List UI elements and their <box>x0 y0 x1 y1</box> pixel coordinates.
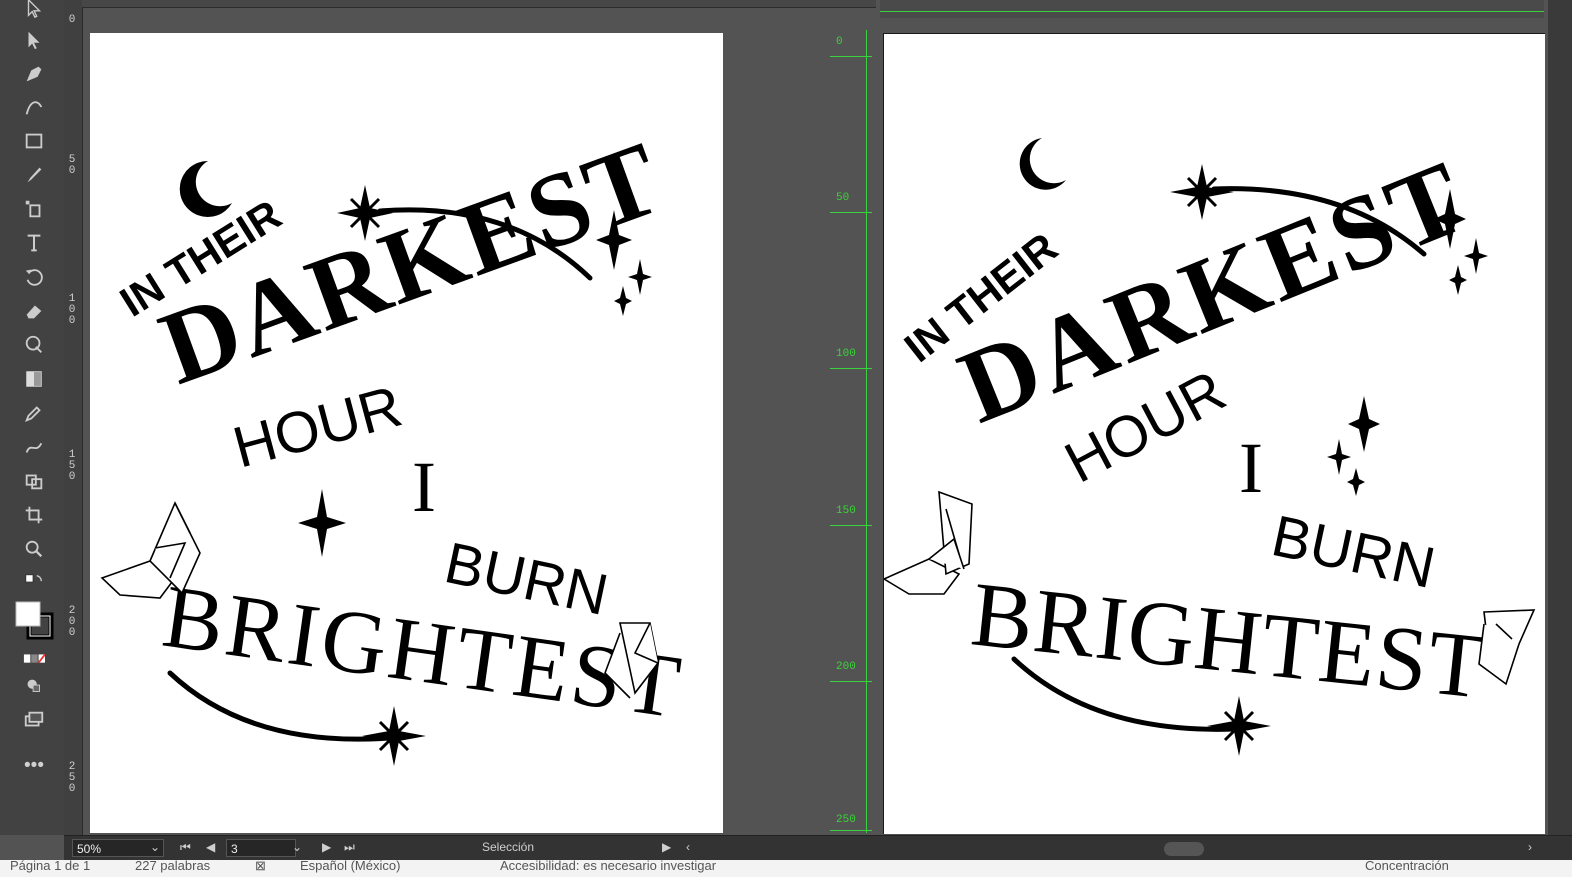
vertical-scrollbar[interactable] <box>1548 0 1572 835</box>
artboard-number-field[interactable]: 3 <box>226 839 296 857</box>
current-tool-label: Selección <box>482 840 535 854</box>
sparkle-icon <box>628 259 652 295</box>
fill-stroke-swatch-icon[interactable] <box>14 600 54 640</box>
direct-selection-tool-icon[interactable] <box>20 26 48 54</box>
last-artboard-icon[interactable]: ⏭ <box>344 840 355 855</box>
zoom-tool-icon[interactable] <box>20 535 48 563</box>
horizontal-ruler-left <box>82 0 876 8</box>
sparkle-icon <box>1348 396 1380 452</box>
ruler-label: 100 <box>836 348 856 360</box>
moon-icon <box>1019 138 1066 190</box>
play-icon[interactable]: ▶ <box>662 840 671 854</box>
design-artwork-left: IN THEIR DARKEST HOUR I BURN BRIGHTEST <box>100 119 686 766</box>
gradient-tool-icon[interactable] <box>20 365 48 393</box>
ruler-label: 5 0 <box>68 154 76 177</box>
ruler-label: 0 <box>836 36 843 48</box>
eyedropper-tool-icon[interactable] <box>20 399 48 427</box>
proofing-icon[interactable]: ⊠ <box>255 860 266 872</box>
shaper-tool-icon[interactable] <box>20 195 48 223</box>
paintbrush-tool-icon[interactable] <box>20 161 48 189</box>
tools-panel: ••• <box>0 0 65 835</box>
star-icon <box>362 706 426 766</box>
live-paint-tool-icon[interactable] <box>20 467 48 495</box>
color-mode-icon[interactable] <box>20 645 48 673</box>
artboard-left[interactable]: IN THEIR DARKEST HOUR I BURN BRIGHTEST <box>90 33 723 833</box>
sparkle-icon <box>614 286 632 316</box>
ruler-label: 2 5 0 <box>68 761 76 795</box>
chevron-down-icon[interactable]: ⌄ <box>292 840 302 854</box>
chevron-down-icon[interactable]: ⌄ <box>150 840 160 854</box>
design-artwork-right: IN THEIR DARKEST HOUR I BURN BRIGHTEST <box>884 138 1536 756</box>
selection-tool-icon[interactable] <box>20 0 48 22</box>
scroll-right-icon[interactable]: › <box>1528 840 1532 854</box>
horizontal-scroll-thumb[interactable] <box>1164 842 1204 856</box>
rotate-tool-icon[interactable] <box>20 263 48 291</box>
star-icon <box>298 489 346 557</box>
drawing-mode-icon[interactable] <box>20 672 48 700</box>
horizontal-ruler-right <box>880 0 1544 18</box>
curvature-tool-icon[interactable] <box>20 93 48 121</box>
language-label[interactable]: Español (México) <box>300 860 400 872</box>
vertical-ruler-right: 0 50 100 150 200 250 <box>830 30 872 833</box>
more-tools-icon[interactable]: ••• <box>20 752 48 780</box>
line-hour: HOUR <box>227 374 409 481</box>
previous-artboard-icon[interactable]: ◀ <box>206 840 215 854</box>
puppet-warp-tool-icon[interactable] <box>20 331 48 359</box>
ruler-label: 150 <box>836 505 856 517</box>
vertical-ruler-left: 0 5 0 1 0 0 1 5 0 2 0 0 2 5 0 <box>64 0 83 835</box>
line-burn: BURN <box>1266 503 1440 601</box>
swap-fill-stroke-icon[interactable] <box>20 569 48 597</box>
page-info[interactable]: Página 1 de 1 <box>10 860 90 872</box>
star-icon <box>1207 696 1271 756</box>
ruler-label: 200 <box>836 661 856 673</box>
status-bar: 50% ⌄ ⏮ ◀ 3 ⌄ ▶ ⏭ Selección ▶ ‹ › <box>64 835 1572 861</box>
ruler-label: 1 0 0 <box>68 293 76 327</box>
next-artboard-icon[interactable]: ▶ <box>322 840 331 854</box>
ruler-label: 1 5 0 <box>68 449 76 483</box>
sparkle-icon <box>1327 439 1351 475</box>
word-count[interactable]: 227 palabras <box>135 860 210 872</box>
sparkle-icon <box>1449 265 1467 295</box>
star-icon <box>1170 164 1234 220</box>
artboard-tool-icon[interactable] <box>20 501 48 529</box>
word-status-bar: Página 1 de 1 227 palabras ⊠ Español (Mé… <box>0 860 1572 877</box>
focus-mode-button[interactable]: Concentración <box>1365 860 1449 872</box>
line-i: I <box>412 447 436 527</box>
blend-tool-icon[interactable] <box>20 433 48 461</box>
crystal-right-icon <box>1478 609 1536 686</box>
accessibility-label[interactable]: Accesibilidad: es necesario investigar <box>500 860 716 872</box>
ruler-label: 2 0 0 <box>68 605 76 639</box>
line-i: I <box>1239 428 1263 508</box>
first-artboard-icon[interactable]: ⏮ <box>180 840 191 855</box>
rectangle-tool-icon[interactable] <box>20 127 48 155</box>
scroll-left-icon[interactable]: ‹ <box>686 840 690 854</box>
moon-icon <box>179 160 232 217</box>
crystal-left-icon <box>100 501 201 599</box>
eraser-tool-icon[interactable] <box>20 297 48 325</box>
artboard-right[interactable]: IN THEIR DARKEST HOUR I BURN BRIGHTEST <box>883 33 1545 834</box>
screen-mode-icon[interactable] <box>20 706 48 734</box>
crystal-left-icon <box>884 490 973 595</box>
type-tool-icon[interactable] <box>20 229 48 257</box>
pen-tool-icon[interactable] <box>20 60 48 88</box>
ruler-label: 250 <box>836 814 856 826</box>
ruler-label: 50 <box>836 192 850 204</box>
sparkle-icon <box>1347 468 1365 496</box>
ruler-label: 0 <box>68 14 76 26</box>
